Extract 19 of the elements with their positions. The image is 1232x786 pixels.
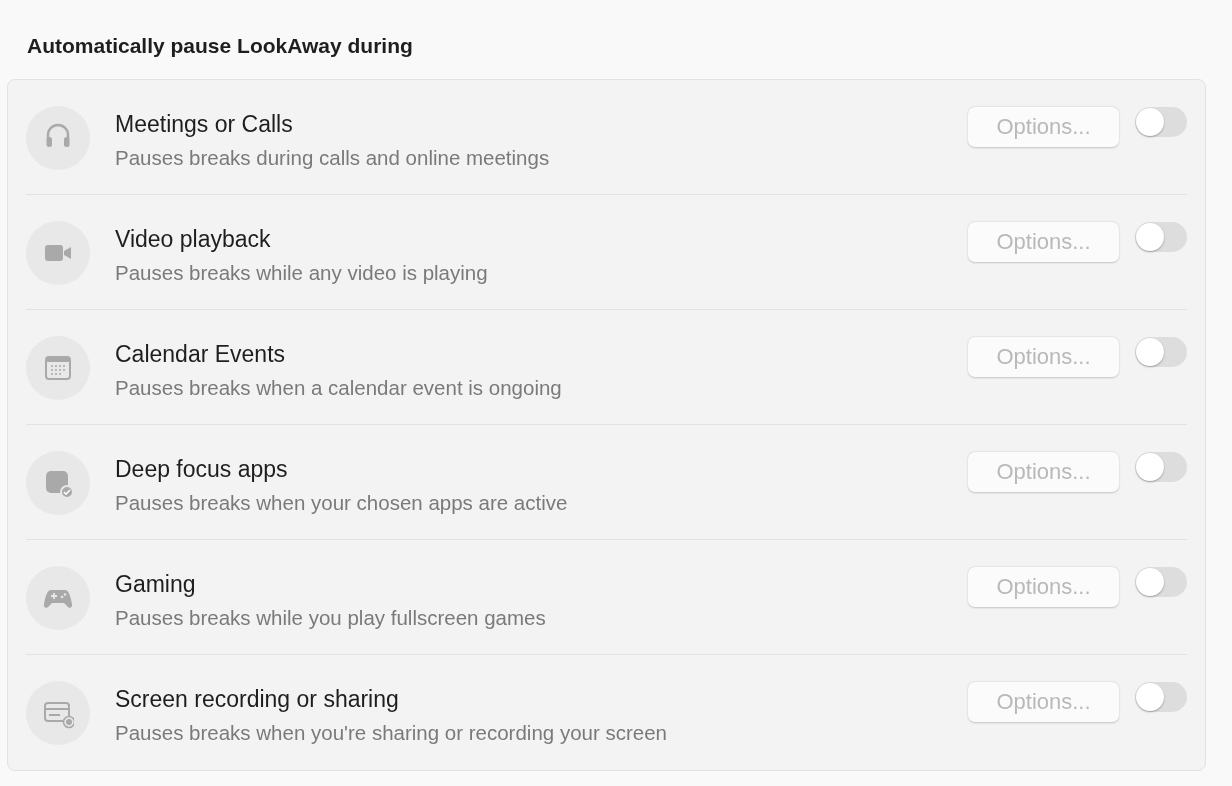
- row-description: Pauses breaks when a calendar event is ongoing: [115, 375, 563, 401]
- row-title: Screen recording or sharing: [115, 685, 400, 714]
- toggle-switch[interactable]: [1135, 107, 1187, 137]
- section-heading: Automatically pause LookAway during: [27, 33, 414, 59]
- row-title: Calendar Events: [115, 340, 287, 369]
- row-description: Pauses breaks while you play fullscreen games: [115, 605, 547, 631]
- toggle-switch[interactable]: [1135, 337, 1187, 367]
- row-title: Video playback: [115, 225, 272, 254]
- toggle-switch[interactable]: [1135, 222, 1187, 252]
- row-title: Deep focus apps: [115, 455, 289, 484]
- row-title: Meetings or Calls: [115, 110, 294, 139]
- row-description: Pauses breaks when your chosen apps are active: [115, 490, 569, 516]
- toggle-switch[interactable]: [1135, 567, 1187, 597]
- toggle-switch[interactable]: [1135, 452, 1187, 482]
- row-title: Gaming: [115, 570, 197, 599]
- row-description: Pauses breaks when you're sharing or recording your screen: [115, 720, 668, 746]
- row-description: Pauses breaks during calls and online meetings: [115, 145, 551, 171]
- toggle-switch[interactable]: [1135, 682, 1187, 712]
- row-description: Pauses breaks while any video is playing: [115, 260, 489, 286]
